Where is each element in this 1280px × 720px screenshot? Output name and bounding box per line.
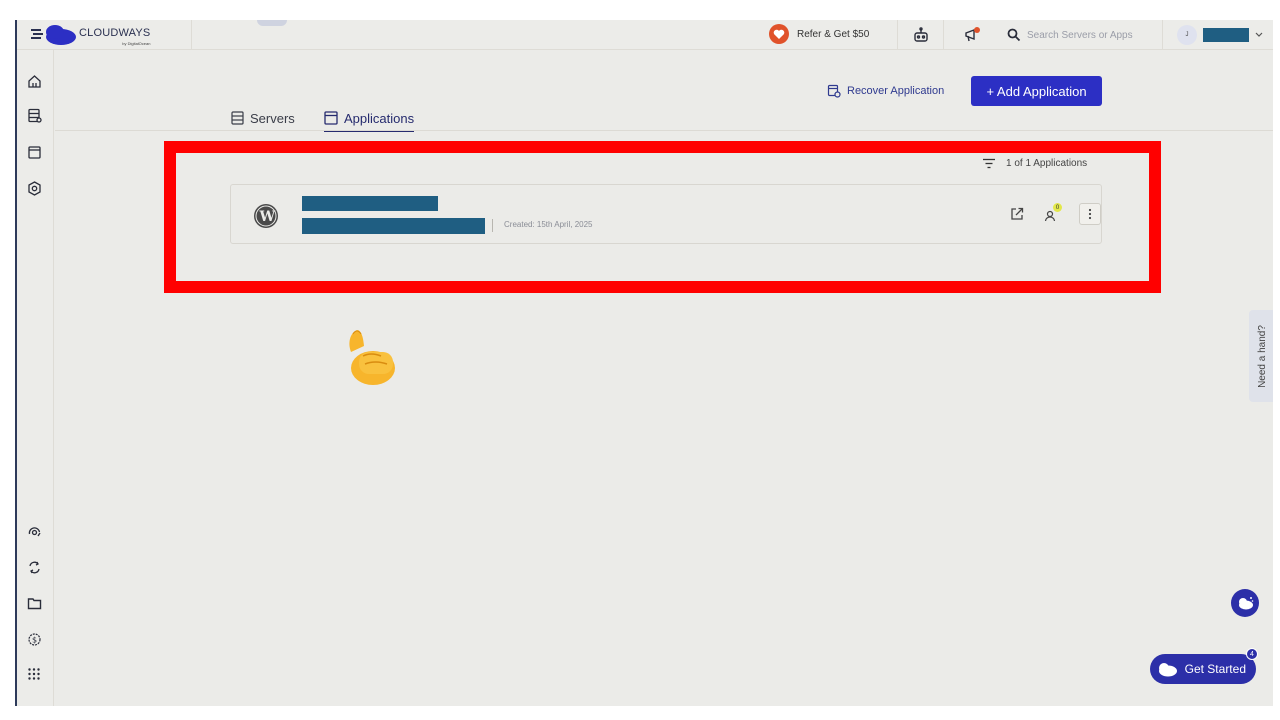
get-started-button[interactable]: Get Started 4 <box>1150 648 1258 684</box>
get-started-label: Get Started <box>1184 662 1246 676</box>
more-options-button[interactable] <box>1079 203 1101 225</box>
tabs-divider <box>55 130 1273 131</box>
need-a-hand-label: Need a hand? <box>1256 324 1268 388</box>
more-vertical-icon <box>1088 208 1092 220</box>
sidebar: $ <box>17 50 54 706</box>
refer-label: Refer & Get $50 <box>797 28 870 40</box>
add-ons-gear-icon[interactable] <box>24 178 44 198</box>
cloudways-logo-icon <box>31 25 76 45</box>
cloud-icon <box>1159 663 1177 677</box>
tab-servers[interactable]: Servers <box>231 106 295 130</box>
divider <box>1162 20 1163 50</box>
wordpress-icon: W <box>254 204 278 228</box>
filter-icon[interactable] <box>982 158 996 169</box>
apps-grid-icon[interactable] <box>24 664 44 684</box>
user-menu[interactable]: J <box>1177 23 1263 47</box>
redacted-app-url[interactable] <box>302 218 485 234</box>
need-a-hand-tab[interactable]: Need a hand? <box>1249 310 1273 402</box>
applications-icon[interactable] <box>24 142 44 162</box>
server-settings-icon[interactable] <box>24 105 44 125</box>
external-link-icon[interactable] <box>1006 203 1028 225</box>
assistant-fab[interactable] <box>1231 589 1259 617</box>
top-bar: CLOUDWAYS by DigitalOcean Refer & Get $5… <box>17 20 1273 50</box>
recover-icon <box>827 84 841 98</box>
add-application-button[interactable]: + Add Application <box>971 76 1102 106</box>
brand-sub: by DigitalOcean <box>122 40 151 46</box>
divider <box>943 20 944 50</box>
refer-link[interactable]: Refer & Get $50 <box>769 22 869 46</box>
brand-name: CLOUDWAYS <box>79 26 151 39</box>
redacted-username <box>1203 28 1249 42</box>
bot-icon[interactable] <box>910 24 932 46</box>
divider <box>492 219 493 232</box>
applications-count: 1 of 1 Applications <box>982 155 1087 171</box>
billing-icon[interactable]: $ <box>24 629 44 649</box>
divider <box>191 20 192 50</box>
created-date: Created: 15th April, 2025 <box>504 220 593 229</box>
collaborators-count: 0 <box>1053 203 1062 212</box>
folder-icon[interactable] <box>24 593 44 613</box>
decorative-shape <box>257 20 287 26</box>
svg-text:W: W <box>259 209 276 225</box>
migration-icon[interactable] <box>24 557 44 577</box>
pointing-hand-icon <box>349 330 395 385</box>
notification-badge: 4 <box>1246 648 1258 660</box>
cloud-icon <box>1239 597 1254 610</box>
app-window: CLOUDWAYS by DigitalOcean Refer & Get $5… <box>15 20 1273 706</box>
support-icon[interactable] <box>24 521 44 541</box>
cloudways-logo[interactable]: CLOUDWAYS by DigitalOcean <box>31 21 150 47</box>
search-box[interactable]: Search Servers or Apps <box>1007 23 1157 47</box>
applications-count-label: 1 of 1 Applications <box>1006 157 1088 169</box>
tab-applications-label: Applications <box>344 110 415 126</box>
search-placeholder: Search Servers or Apps <box>1027 29 1133 41</box>
window-icon <box>324 111 338 125</box>
search-icon <box>1007 28 1021 42</box>
collaborators-button[interactable]: 0 <box>1041 203 1063 225</box>
application-row[interactable]: W Created: 15th April, 2025 0 <box>230 184 1102 244</box>
redacted-app-name[interactable] <box>302 196 438 211</box>
svg-text:$: $ <box>32 635 37 644</box>
megaphone-icon[interactable] <box>962 24 984 46</box>
home-icon[interactable] <box>24 71 44 91</box>
avatar: J <box>1177 25 1197 45</box>
heart-icon <box>769 24 789 44</box>
tab-servers-label: Servers <box>250 110 295 126</box>
recover-label: Recover Application <box>847 85 945 97</box>
chevron-down-icon <box>1255 32 1263 37</box>
server-icon <box>231 111 244 125</box>
divider <box>897 20 898 50</box>
tab-applications[interactable]: Applications <box>324 106 415 132</box>
recover-application-link[interactable]: Recover Application <box>827 82 944 100</box>
